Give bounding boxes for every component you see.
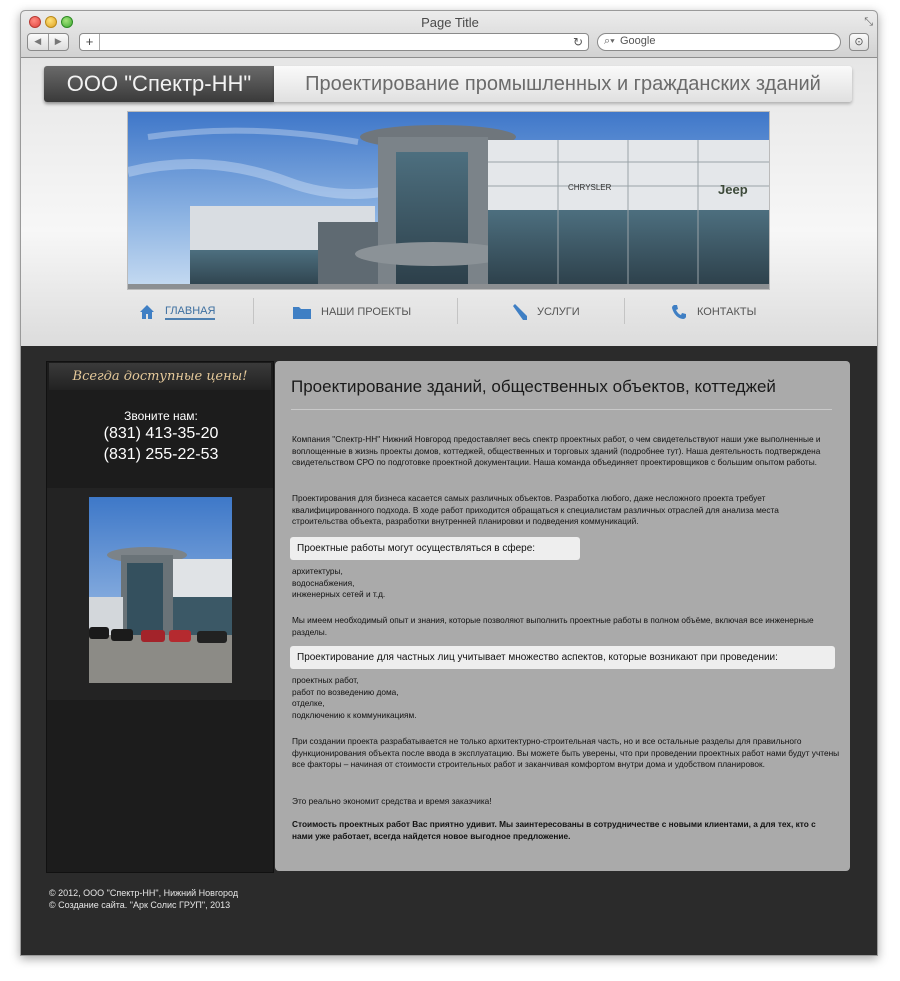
pencil-icon xyxy=(513,304,527,320)
site-logo[interactable]: ООО "Спектр-НН" xyxy=(44,66,274,102)
nav-label-home: ГЛАВНАЯ xyxy=(165,305,216,320)
nav-label-contacts: КОНТАКТЫ xyxy=(697,306,757,318)
sphere-list: архитектуры, водоснабжения, инженерных с… xyxy=(292,566,385,601)
list-item: инженерных сетей и т.д. xyxy=(292,589,386,600)
nav-divider xyxy=(624,298,625,324)
title-divider xyxy=(291,409,832,410)
list-item: водоснабжения, xyxy=(292,577,355,588)
reload-icon[interactable]: ↻ xyxy=(573,34,583,50)
nav-divider xyxy=(253,298,254,324)
phone-number-2[interactable]: (831) 255-22-53 xyxy=(47,446,275,464)
highlight-box-sphere: Проектные работы могут осуществляться в … xyxy=(290,537,580,560)
paragraph-project-creation: При создании проекта разрабатывается не … xyxy=(292,736,840,770)
list-item: архитектуры, xyxy=(292,566,343,576)
sidebar-heading: Всегда доступные цены! xyxy=(49,363,271,390)
phone-icon xyxy=(672,305,686,319)
address-bar[interactable]: + ↻ xyxy=(79,33,589,51)
banner-image: CHRYSLER Jeep xyxy=(127,111,770,290)
nav-label-services: УСЛУГИ xyxy=(537,306,580,318)
list-item: отделке, xyxy=(292,698,325,709)
nav-divider xyxy=(457,298,458,324)
page-title: Проектирование зданий, общественных объе… xyxy=(291,377,776,396)
call-label: Звоните нам: xyxy=(124,409,198,423)
forward-button[interactable]: ▶ xyxy=(49,34,69,50)
footer-credit[interactable]: © Создание сайта. "Арк Солис ГРУП", 2013 xyxy=(49,899,238,911)
browser-toolbar: Page Title ⤡ ◀ ▶ + ↻ ⌕▾ Google ⊙ xyxy=(21,11,877,58)
sidebar: Всегда доступные цены! Звоните нам: (831… xyxy=(46,361,274,873)
nav-item-services[interactable]: УСЛУГИ xyxy=(511,298,580,326)
downloads-button[interactable]: ⊙ xyxy=(849,33,869,51)
paragraph-business: Проектирования для бизнеса касается самы… xyxy=(292,493,779,527)
folder-icon xyxy=(293,307,311,319)
list-item: подключению к коммуникациям. xyxy=(292,710,417,721)
nav-item-home[interactable]: ГЛАВНАЯ xyxy=(139,298,216,326)
page-body: Всегда доступные цены! Звоните нам: (831… xyxy=(21,346,877,955)
browser-window: Page Title ⤡ ◀ ▶ + ↻ ⌕▾ Google ⊙ ООО "Сп… xyxy=(20,10,878,956)
main-nav: ГЛАВНАЯ НАШИ ПРОЕКТЫ УСЛУГИ КОНТАКТЫ xyxy=(127,298,770,326)
paragraph-intro: Компания "Спектр-НН" Нижний Новгород пре… xyxy=(292,434,821,468)
site-footer: © 2012, ООО "Спектр-НН", Нижний Новгород… xyxy=(49,887,238,911)
footer-copyright: © 2012, ООО "Спектр-НН", Нижний Новгород xyxy=(49,888,239,898)
window-title: Page Title xyxy=(421,15,479,30)
main-content: Проектирование зданий, общественных объе… xyxy=(275,361,850,871)
list-item: работ по возведению дома, xyxy=(292,686,399,697)
add-bookmark-button[interactable]: + xyxy=(80,34,100,50)
phone-number-1[interactable]: (831) 413-35-20 xyxy=(47,425,275,443)
highlight-box-private: Проектирование для частных лиц учитывает… xyxy=(290,646,835,669)
sidebar-photo[interactable] xyxy=(89,497,232,683)
jeep-sign: Jeep xyxy=(718,182,748,197)
paragraph-savings: Это реально экономит средства и время за… xyxy=(292,796,492,806)
nav-item-projects[interactable]: НАШИ ПРОЕКТЫ xyxy=(293,298,411,326)
back-button[interactable]: ◀ xyxy=(28,34,49,50)
nav-item-contacts[interactable]: КОНТАКТЫ xyxy=(671,298,756,326)
search-placeholder: Google xyxy=(620,35,656,47)
home-icon xyxy=(140,305,154,319)
search-field[interactable]: ⌕▾ Google xyxy=(597,33,841,51)
paragraph-pricing: Стоимость проектных работ Вас приятно уд… xyxy=(292,819,816,841)
aspects-list: проектных работ, работ по возведению дом… xyxy=(292,675,417,722)
sidebar-photo-frame xyxy=(47,488,273,700)
search-icon[interactable]: ⌕▾ xyxy=(604,35,615,48)
site-tagline: Проектирование промышленных и граждански… xyxy=(274,66,852,102)
list-item: проектных работ, xyxy=(292,675,359,685)
paragraph-experience: Мы имеем необходимый опыт и знания, кото… xyxy=(292,615,814,637)
chrysler-sign: CHRYSLER xyxy=(568,183,612,192)
history-buttons: ◀ ▶ xyxy=(27,33,69,51)
nav-label-projects: НАШИ ПРОЕКТЫ xyxy=(321,306,412,318)
fullscreen-icon[interactable]: ⤡ xyxy=(864,15,873,29)
site-header: ООО "Спектр-НН" Проектирование промышлен… xyxy=(21,58,877,346)
